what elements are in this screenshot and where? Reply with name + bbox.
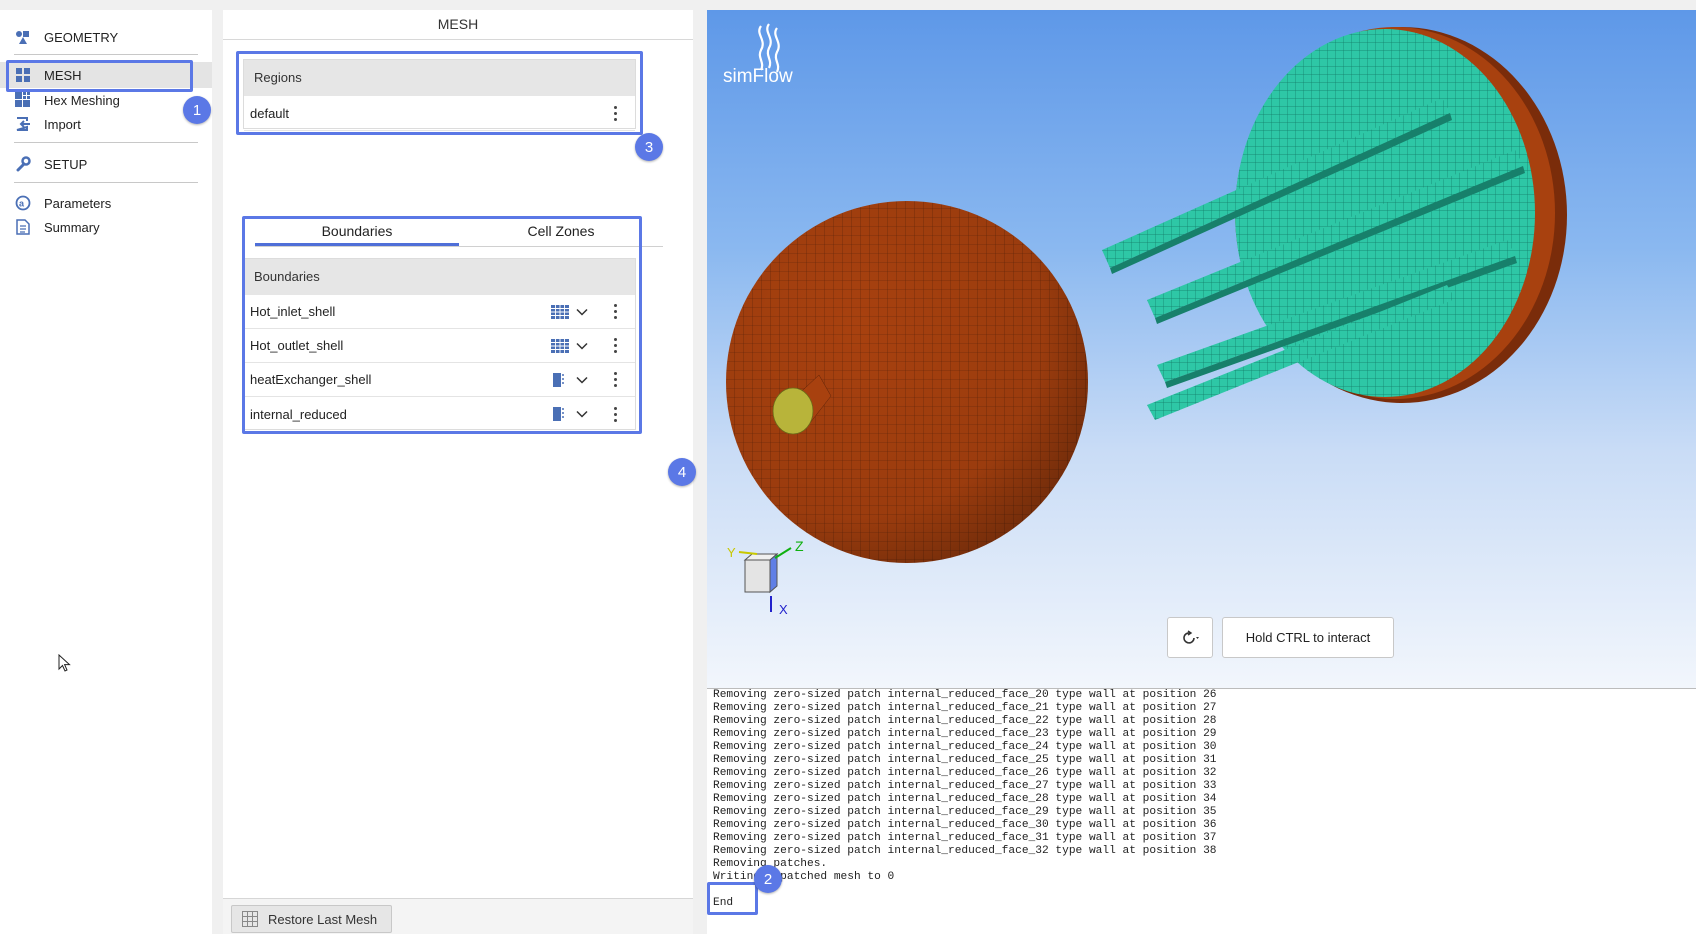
console-end-line: End — [713, 897, 734, 909]
boundary-row[interactable]: heatExchanger_shell — [244, 363, 635, 397]
mesh-grid-icon — [14, 66, 32, 84]
hold-ctrl-button[interactable]: Hold CTRL to interact — [1222, 617, 1394, 658]
console-line: Removing zero-sized patch internal_reduc… — [713, 767, 1217, 779]
boundaries-header: Boundaries — [244, 259, 635, 295]
rotate-dropdown-icon — [1183, 629, 1199, 644]
3d-viewport[interactable]: simFlow Y Z X Hold CTRL to interact — [707, 10, 1696, 688]
summary-icon — [14, 218, 32, 236]
more-options-icon[interactable] — [605, 336, 625, 356]
boundary-row[interactable]: internal_reduced — [244, 397, 635, 431]
console-line: Removing zero-sized patch internal_reduc… — [713, 741, 1217, 753]
boundary-row[interactable]: Hot_inlet_shell — [244, 295, 635, 329]
console-line: Removing zero-sized patch internal_reduc… — [713, 728, 1217, 740]
sidebar-item-label: Parameters — [44, 195, 112, 211]
sidebar-item-hex-meshing[interactable]: Hex Meshing — [0, 87, 212, 113]
more-options-icon[interactable] — [605, 302, 625, 322]
mesh-surface-icon — [551, 304, 569, 319]
mesh-scene — [726, 27, 1567, 563]
console-line: Removing zero-sized patch internal_reduc… — [713, 715, 1217, 727]
svg-text:a: a — [19, 199, 25, 209]
boundary-name: Hot_outlet_shell — [250, 338, 344, 353]
console-line: Removing zero-sized patch internal_reduc… — [713, 689, 1217, 701]
console-line: Removing zero-sized patch internal_reduc… — [713, 819, 1217, 831]
chevron-down-icon[interactable] — [575, 339, 589, 353]
sidebar-divider — [14, 54, 198, 55]
console-log: Removing zero-sized patch internal_reduc… — [713, 689, 1217, 884]
geometry-icon — [14, 28, 32, 46]
mesh-restore-icon — [242, 911, 258, 927]
more-options-icon[interactable] — [605, 370, 625, 390]
half-surface-icon — [553, 407, 564, 421]
panel-footer: Restore Last Mesh — [223, 898, 693, 934]
sidebar-item-setup[interactable]: SETUP — [0, 151, 212, 177]
annotation-badge-2: 2 — [754, 865, 782, 893]
more-options-icon[interactable] — [605, 103, 625, 123]
rotate-view-button[interactable] — [1167, 617, 1213, 658]
annotation-badge-4: 4 — [668, 458, 696, 486]
sidebar-item-label: GEOMETRY — [44, 29, 119, 45]
mouse-cursor-icon — [58, 654, 71, 672]
sidebar-divider — [14, 182, 198, 183]
tab-boundaries[interactable]: Boundaries — [255, 219, 459, 246]
sidebar-divider — [14, 142, 198, 143]
annotation-badge-1: 1 — [183, 96, 211, 124]
sidebar-item-label: Summary — [44, 219, 100, 235]
hex-mesh-icon — [14, 91, 32, 109]
sidebar-item-mesh[interactable]: MESH — [0, 62, 212, 88]
import-icon — [14, 115, 32, 133]
axis-x-label: X — [779, 602, 788, 617]
console-line: Removing zero-sized patch internal_reduc… — [713, 702, 1217, 714]
annotation-badge-3: 3 — [635, 133, 663, 161]
mesh-panel: MESH — [223, 10, 693, 934]
console-line: Removing zero-sized patch internal_reduc… — [713, 780, 1217, 792]
restore-button-label: Restore Last Mesh — [268, 911, 378, 927]
console-line: Removing zero-sized patch internal_reduc… — [713, 806, 1217, 818]
boundaries-table: Boundaries Hot_inlet_shell Hot_outlet_sh… — [243, 258, 636, 430]
sidebar: GEOMETRY MESH Hex Meshing Import SETUP a… — [0, 10, 212, 934]
boundary-name: internal_reduced — [250, 406, 347, 422]
chevron-down-icon[interactable] — [575, 373, 589, 387]
sidebar-item-summary[interactable]: Summary — [0, 214, 212, 240]
app-window: GEOMETRY MESH Hex Meshing Import SETUP a… — [0, 0, 1696, 934]
mesh-surface-icon — [551, 338, 569, 353]
restore-last-mesh-button[interactable]: Restore Last Mesh — [231, 905, 392, 933]
sidebar-item-label: SETUP — [44, 156, 88, 172]
tab-cell-zones[interactable]: Cell Zones — [459, 219, 663, 246]
sidebar-item-label: MESH — [44, 67, 82, 83]
boundary-row[interactable]: Hot_outlet_shell — [244, 329, 635, 363]
console-line: Removing patches. — [713, 858, 828, 870]
sidebar-item-import[interactable]: Import — [0, 111, 212, 137]
boundary-name: heatExchanger_shell — [250, 372, 372, 387]
panel-title: MESH — [223, 10, 693, 40]
region-name: default — [250, 105, 290, 121]
console-line: Removing zero-sized patch internal_reduc… — [713, 793, 1217, 805]
boundaries-tabs: Boundaries Cell Zones — [255, 219, 663, 247]
sidebar-item-geometry[interactable]: GEOMETRY — [0, 24, 212, 50]
console-output: Removing zero-sized patch internal_reduc… — [707, 688, 1696, 934]
sidebar-item-label: Hex Meshing — [44, 92, 120, 108]
chevron-down-icon[interactable] — [575, 407, 589, 421]
more-options-icon[interactable] — [605, 404, 625, 424]
parameters-icon: a — [14, 194, 32, 212]
axis-z-label: Z — [795, 538, 804, 554]
sidebar-item-parameters[interactable]: a Parameters — [0, 190, 212, 216]
console-line: Removing zero-sized patch internal_reduc… — [713, 754, 1217, 766]
console-line: Removing zero-sized patch internal_reduc… — [713, 832, 1217, 844]
wrench-icon — [14, 155, 32, 173]
regions-table: Regions default — [243, 59, 636, 131]
regions-header: Regions — [244, 60, 635, 96]
console-line: Removing zero-sized patch internal_reduc… — [713, 845, 1217, 857]
boundary-name: Hot_inlet_shell — [250, 304, 336, 319]
axis-y-label: Y — [727, 545, 736, 560]
console-line: Writing repatched mesh to 0 — [713, 871, 895, 883]
axis-gizmo-icon — [738, 547, 792, 612]
region-row-default[interactable]: default — [244, 96, 635, 131]
chevron-down-icon[interactable] — [575, 305, 589, 319]
sidebar-item-label: Import — [44, 116, 81, 132]
half-surface-icon — [553, 372, 564, 387]
